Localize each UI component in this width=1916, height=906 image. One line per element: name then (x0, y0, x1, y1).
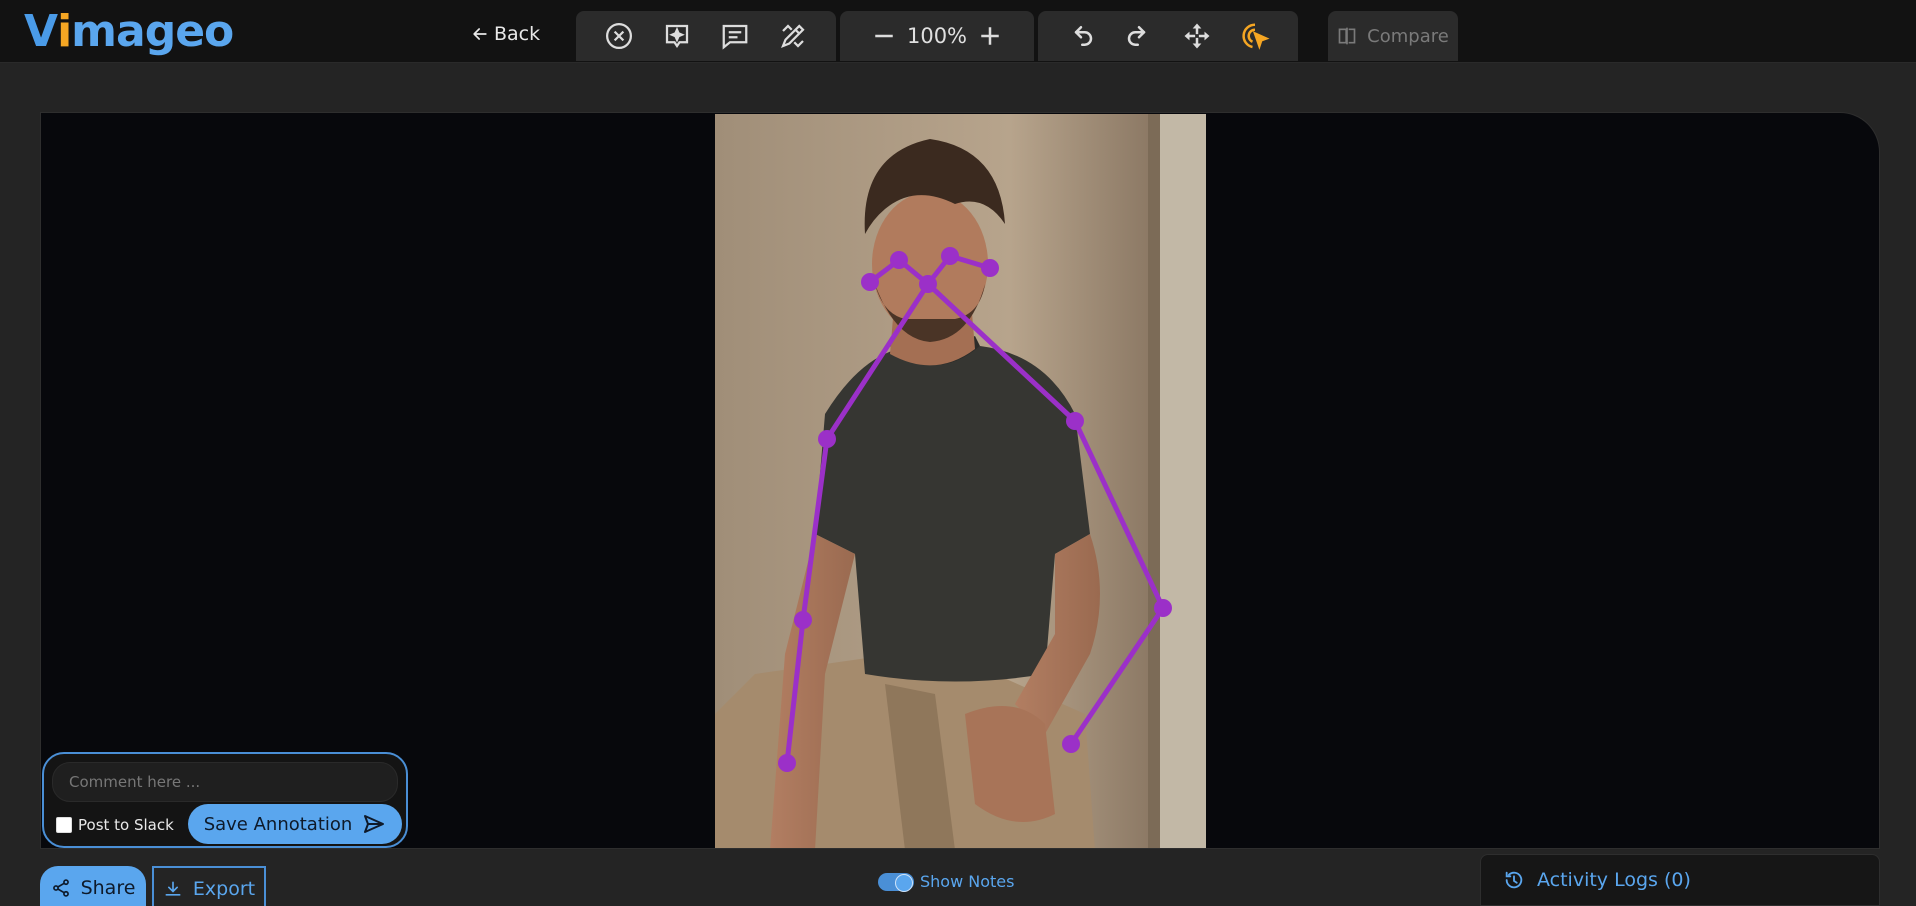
compare-button[interactable]: Compare (1328, 11, 1458, 61)
activity-logs-label: Activity Logs (0) (1537, 869, 1691, 891)
share-label: Share (80, 877, 136, 899)
pointer-target-icon (1242, 23, 1270, 50)
share-button[interactable]: Share (40, 866, 146, 906)
move-icon (1184, 23, 1210, 49)
download-icon (165, 881, 181, 896)
minus-icon (875, 34, 893, 38)
comment-button[interactable] (715, 16, 755, 56)
logo-letter-v: V (24, 6, 58, 57)
clear-button[interactable] (599, 16, 639, 56)
zoom-in-button[interactable] (970, 16, 1010, 56)
top-toolbar: Vi mageo Back 100% Compare (0, 0, 1916, 63)
select-tool-button[interactable] (1235, 16, 1275, 56)
zoom-level: 100% (906, 24, 968, 48)
post-to-slack-option[interactable]: Post to Slack (56, 816, 174, 834)
comment-icon (722, 24, 748, 50)
show-notes-label: Show Notes (920, 872, 1015, 891)
zoom-controls: 100% (840, 11, 1034, 61)
arrow-left-icon (473, 28, 487, 40)
history-tools-group (1038, 11, 1298, 61)
back-label: Back (494, 23, 541, 45)
draw-button[interactable] (773, 16, 813, 56)
save-annotation-label: Save Annotation (203, 813, 353, 835)
show-notes-toggle[interactable]: Show Notes (878, 872, 1015, 892)
redo-button[interactable] (1119, 16, 1159, 56)
photo-illustration (715, 114, 1206, 848)
logo-text: mageo (71, 6, 234, 57)
share-icon (52, 879, 69, 897)
ai-annotate-button[interactable] (657, 16, 697, 56)
ai-sparkle-icon (665, 24, 689, 49)
undo-icon (1074, 26, 1093, 46)
activity-logs-button[interactable]: Activity Logs (0) (1480, 854, 1880, 906)
export-button[interactable]: Export (152, 866, 266, 906)
undo-button[interactable] (1061, 16, 1101, 56)
history-icon (1505, 871, 1523, 889)
annotation-comment-panel: Post to Slack Save Annotation (42, 752, 408, 848)
save-annotation-button[interactable]: Save Annotation (188, 804, 402, 844)
plus-icon (981, 27, 999, 45)
compare-label: Compare (1367, 25, 1449, 47)
zoom-out-button[interactable] (864, 16, 904, 56)
show-notes-switch[interactable] (878, 872, 914, 892)
back-button[interactable]: Back (470, 20, 540, 48)
compare-icon (1338, 27, 1356, 45)
redo-icon (1127, 26, 1146, 46)
logo-letter-i: i (57, 6, 72, 57)
annotation-tools-group (576, 11, 836, 61)
close-circle-icon (606, 23, 632, 49)
pan-button[interactable] (1177, 16, 1217, 56)
send-icon (364, 815, 385, 833)
pen-ruler-icon (780, 24, 805, 49)
post-to-slack-label: Post to Slack (78, 816, 174, 834)
annotated-photo (715, 114, 1206, 848)
image-canvas[interactable] (40, 112, 1880, 849)
export-label: Export (192, 878, 256, 900)
post-to-slack-checkbox[interactable] (56, 817, 72, 833)
vimageo-logo[interactable]: Vi mageo (24, 6, 234, 57)
comment-input[interactable] (52, 762, 398, 802)
